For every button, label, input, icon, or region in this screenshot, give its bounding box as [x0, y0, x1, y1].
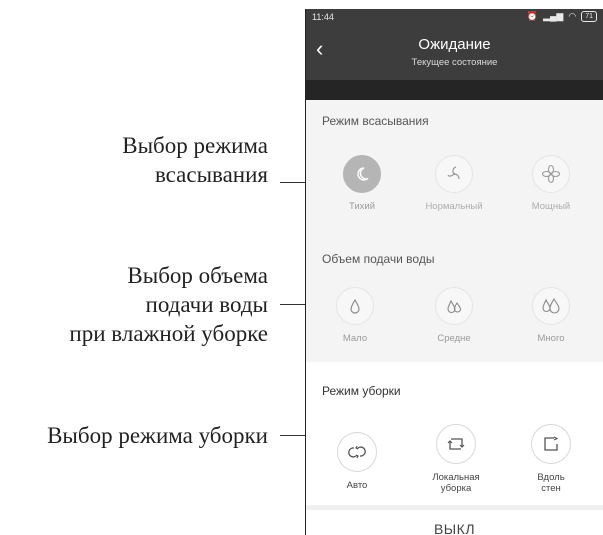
drop-large-icon	[532, 287, 570, 325]
moon-icon	[343, 155, 381, 193]
leader-line-water	[280, 304, 306, 305]
annotation-line: подачи воды	[145, 292, 268, 317]
water-option-label: Средне	[437, 333, 471, 344]
cleaning-option-label: Локальная уборка	[432, 472, 480, 494]
spot-clean-icon	[436, 424, 476, 464]
water-option-label: Мало	[342, 333, 368, 344]
annotation-line: Выбор режима	[122, 133, 268, 158]
cleaning-option-label: Авто	[346, 480, 368, 491]
flower-fan-icon	[532, 155, 570, 193]
water-section-title: Объем подачи воды	[322, 252, 435, 266]
status-bar: 11:44 ⏰ ▂▄▆ ◠ 71	[306, 9, 603, 27]
power-off-button[interactable]: ВЫКЛ	[306, 521, 603, 535]
alarm-icon: ⏰	[526, 11, 539, 21]
water-option-label: Много	[537, 333, 565, 344]
cleaning-option-wall[interactable]: Вдоль стен	[511, 424, 591, 494]
divider	[306, 505, 603, 510]
annotation-water: Выбор объема подачи воды при влажной убо…	[69, 261, 268, 348]
water-option-medium[interactable]: Средне	[414, 287, 494, 344]
fan-icon	[435, 155, 473, 193]
cleaning-option-label: Вдоль стен	[537, 472, 565, 494]
page-subtitle: Текущее состояние	[411, 57, 498, 68]
status-time: 11:44	[312, 12, 334, 22]
suction-option-label: Тихий	[348, 201, 376, 212]
suction-option-max[interactable]: Мощный	[511, 155, 591, 212]
status-icons: ⏰ ▂▄▆ ◠ 71	[527, 11, 597, 22]
suction-option-label: Нормальный	[425, 201, 483, 212]
cleaning-option-auto[interactable]: Авто	[317, 432, 397, 491]
wifi-icon: ◠	[568, 11, 577, 21]
header-band	[306, 80, 603, 100]
suction-option-normal[interactable]: Нормальный	[414, 155, 494, 212]
cleaning-option-spot[interactable]: Локальная уборка	[416, 424, 496, 494]
water-option-low[interactable]: Мало	[315, 287, 395, 344]
annotation-suction: Выбор режима всасывания	[122, 131, 268, 189]
water-option-high[interactable]: Много	[511, 287, 591, 344]
suction-option-label: Мощный	[531, 201, 571, 212]
cleaning-section-title: Режим уборки	[322, 384, 401, 398]
drop-small-icon	[336, 287, 374, 325]
signal-icon: ▂▄▆	[543, 11, 564, 21]
leader-line-suction	[280, 182, 306, 183]
page-title: Ожидание	[418, 36, 491, 53]
annotation-cleaning: Выбор режима уборки	[47, 421, 268, 450]
battery-icon: 71	[581, 11, 597, 22]
suction-option-quiet[interactable]: Тихий	[322, 155, 402, 212]
auto-route-icon	[337, 432, 377, 472]
phone-screen: 11:44 ⏰ ▂▄▆ ◠ 71 ‹ Ожидание Текущее сост…	[306, 9, 603, 535]
annotation-line: Выбор режима уборки	[47, 423, 268, 448]
annotation-line: всасывания	[154, 162, 268, 187]
annotation-line: при влажной уборке	[69, 321, 268, 346]
annotation-line: Выбор объема	[127, 263, 268, 288]
drop-medium-icon	[435, 287, 473, 325]
suction-section-title: Режим всасывания	[322, 114, 429, 128]
wall-follow-icon	[531, 424, 571, 464]
app-header: ‹ Ожидание Текущее состояние	[306, 27, 603, 80]
